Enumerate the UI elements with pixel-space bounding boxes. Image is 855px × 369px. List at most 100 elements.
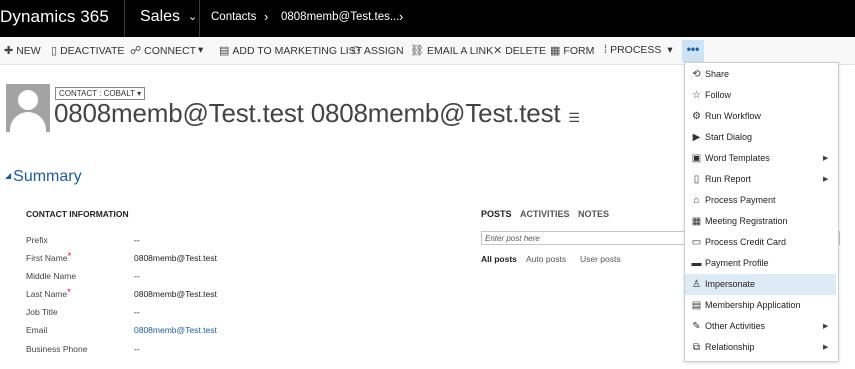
menu-item-run-workflow[interactable]: ⚙ Run Workflow	[685, 106, 836, 127]
new-label: NEW	[16, 45, 41, 57]
payment-icon: ⌂	[693, 195, 700, 206]
dialog-icon: ▶	[692, 132, 701, 143]
breadcrumb-record[interactable]: 0808memb@Test.tes...	[281, 11, 399, 23]
share-icon: ⟲	[692, 69, 701, 80]
avatar[interactable]	[6, 84, 50, 132]
menu-item-follow[interactable]: ☆ Follow	[685, 85, 836, 106]
connect-dropdown-button[interactable]: ▾	[198, 44, 203, 56]
delete-label: DELETE	[505, 45, 547, 57]
breadcrumb-contacts[interactable]: Contacts	[211, 11, 256, 23]
contact-information-header: CONTACT INFORMATION	[26, 209, 129, 219]
menu-item-payment-profile[interactable]: ▬ Payment Profile	[685, 253, 836, 274]
menu-item-label: Membership Application	[705, 300, 801, 310]
connect-icon: ☍	[130, 45, 142, 57]
menu-item-label: Run Workflow	[705, 111, 761, 121]
tab-posts[interactable]: POSTS	[481, 209, 512, 219]
record-title: 0808memb@Test.test 0808memb@Test.test ☰	[54, 98, 580, 129]
menu-item-run-report[interactable]: ▯ Run Report ▶	[685, 169, 836, 190]
form-icon: ▤	[691, 300, 702, 311]
last-name-label-text: Last Name	[26, 289, 68, 299]
field-value-business-phone[interactable]: --	[134, 344, 140, 354]
menu-item-word-templates[interactable]: ▣ Word Templates ▶	[685, 148, 836, 169]
menu-item-label: Payment Profile	[705, 258, 769, 268]
more-commands-menu: ⟲ Share ☆ Follow ⚙ Run Workflow ▶ Start Dial…	[684, 62, 839, 362]
list-icon[interactable]: ☰	[568, 110, 580, 125]
filter-user-posts[interactable]: User posts	[580, 254, 621, 264]
menu-item-label: Meeting Registration	[705, 216, 788, 226]
more-commands-button[interactable]: •••	[682, 40, 704, 62]
required-marker: *	[67, 287, 71, 297]
menu-item-label: Impersonate	[705, 279, 756, 289]
field-value-email[interactable]: 0808memb@Test.test	[134, 325, 217, 335]
activities-icon: ✎	[692, 321, 701, 332]
add-to-marketing-list-label: ADD TO MARKETING LIST	[232, 45, 363, 57]
menu-item-label: Other Activities	[705, 321, 766, 331]
deactivate-icon: ▯	[51, 45, 58, 57]
field-value-prefix[interactable]: --	[134, 235, 140, 245]
record-title-text: 0808memb@Test.test 0808memb@Test.test	[54, 98, 561, 128]
menu-item-label: Run Report	[705, 174, 752, 184]
field-value-first-name[interactable]: 0808memb@Test.test	[134, 253, 217, 263]
menu-item-other-activities[interactable]: ✎ Other Activities ▶	[685, 316, 836, 337]
relationship-icon: ⧉	[692, 342, 701, 353]
menu-item-label: Share	[705, 69, 730, 79]
menu-item-start-dialog[interactable]: ▶ Start Dialog	[685, 127, 836, 148]
delete-button[interactable]: ✕ DELETE	[493, 44, 546, 57]
chevron-right-icon: ▶	[823, 176, 829, 183]
chevron-down-icon: ▾	[198, 44, 204, 56]
assign-button[interactable]: ⚇ ASSIGN	[351, 44, 404, 57]
email-link-button[interactable]: ⛓ EMAIL A LINK	[410, 44, 493, 57]
menu-item-membership-application[interactable]: ▤ Membership Application	[685, 295, 836, 316]
chevron-right-icon: ▶	[823, 155, 829, 162]
connect-button[interactable]: ☍ CONNECT	[130, 44, 196, 57]
summary-title: Summary	[13, 168, 82, 185]
avatar-head	[18, 90, 38, 110]
menu-item-process-payment[interactable]: ⌂ Process Payment	[685, 190, 836, 211]
field-value-middle-name[interactable]: --	[134, 271, 140, 281]
form-button[interactable]: ▦ FORM	[550, 44, 594, 57]
menu-item-process-credit-card[interactable]: ▭ Process Credit Card	[685, 232, 836, 253]
menu-item-label: Process Payment	[705, 195, 776, 205]
add-to-marketing-list-button[interactable]: ▤ ADD TO MARKETING LIST	[219, 44, 362, 57]
impersonate-icon: ♙	[692, 279, 701, 290]
summary-section-header[interactable]: ◢ Summary	[5, 168, 82, 186]
process-label: PROCESS	[610, 44, 662, 56]
menu-item-meeting-registration[interactable]: ▦ Meeting Registration	[685, 211, 836, 232]
star-icon: ☆	[692, 90, 701, 101]
form-label: FORM	[563, 45, 595, 57]
deactivate-button[interactable]: ▯ DEACTIVATE	[51, 44, 124, 57]
menu-item-share[interactable]: ⟲ Share	[685, 64, 836, 85]
filter-all-posts[interactable]: All posts	[481, 254, 517, 264]
report-icon: ▯	[693, 174, 700, 185]
field-value-job-title[interactable]: --	[134, 307, 140, 317]
area-selector[interactable]: Sales ⌄	[140, 8, 197, 26]
field-value-last-name[interactable]: 0808memb@Test.test	[134, 289, 217, 299]
tab-notes[interactable]: NOTES	[578, 209, 609, 219]
list-icon: ▤	[219, 45, 230, 57]
deactivate-label: DEACTIVATE	[60, 45, 125, 57]
menu-item-label: Relationship	[705, 342, 755, 352]
field-label-business-phone: Business Phone	[26, 344, 88, 354]
process-button[interactable]: ⁞ PROCESS ▾	[604, 44, 673, 56]
first-name-label-text: First Name	[26, 253, 68, 263]
process-icon: ⁞	[604, 44, 608, 56]
command-bar: ✚ NEW ▯ DEACTIVATE ☍ CONNECT ▾ ▤ ADD TO MARK…	[0, 37, 855, 65]
email-link-label: EMAIL A LINK	[426, 45, 494, 57]
app-title[interactable]: Dynamics 365	[0, 7, 109, 27]
calendar-icon: ▦	[691, 216, 702, 227]
nav-divider	[124, 0, 125, 37]
assign-icon: ⚇	[351, 45, 361, 57]
field-label-first-name: First Name*	[26, 251, 71, 263]
menu-item-impersonate[interactable]: ♙ Impersonate	[685, 274, 836, 295]
tab-activities[interactable]: ACTIVITIES	[520, 209, 570, 219]
field-label-job-title: Job Title	[26, 307, 58, 317]
avatar-body	[10, 112, 46, 132]
new-button[interactable]: ✚ NEW	[4, 44, 41, 57]
area-label: Sales	[140, 8, 181, 25]
filter-auto-posts[interactable]: Auto posts	[526, 254, 566, 264]
field-label-middle-name: Middle Name	[26, 271, 77, 281]
menu-item-relationship[interactable]: ⧉ Relationship ▶	[685, 337, 836, 358]
connect-label: CONNECT	[144, 45, 197, 57]
menu-item-label: Process Credit Card	[705, 237, 787, 247]
nav-divider	[199, 0, 200, 37]
